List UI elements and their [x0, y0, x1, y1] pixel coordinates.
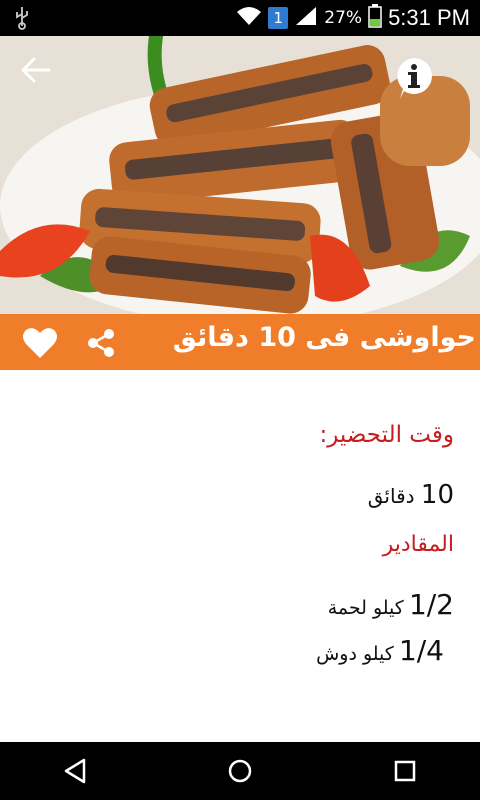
- title-number: 10: [258, 322, 296, 353]
- ingredient-qty: 1/4: [398, 634, 444, 667]
- nav-home-button[interactable]: [225, 756, 255, 786]
- title-suffix: دقائق: [172, 322, 249, 353]
- nav-recents-icon: [394, 760, 416, 782]
- info-icon: [397, 58, 432, 99]
- ingredient-item: 1/4 كيلو دوش: [316, 634, 444, 667]
- recipe-title: حواوشى فى 10 دقائق: [173, 322, 476, 353]
- share-button[interactable]: [86, 328, 116, 358]
- prep-time-value: 10 دقائق: [368, 480, 454, 510]
- nav-back-button[interactable]: [60, 756, 90, 786]
- ingredient-name: كيلو دوش: [316, 643, 394, 665]
- prep-time-number: 10: [420, 480, 454, 510]
- info-button[interactable]: [394, 56, 434, 100]
- ingredient-qty: 1/2: [408, 588, 454, 621]
- title-prefix: حواوشى فى: [305, 322, 476, 353]
- arrow-left-icon: [21, 57, 51, 83]
- prep-time-label: وقت التحضير:: [319, 422, 454, 448]
- usb-icon: [14, 6, 30, 35]
- nav-home-icon: [228, 759, 252, 783]
- favorite-button[interactable]: [22, 326, 58, 360]
- notification-badge: 1: [268, 7, 289, 29]
- nav-recents-button[interactable]: [390, 756, 420, 786]
- prep-time-unit: دقائق: [367, 484, 415, 508]
- heart-icon: [23, 328, 57, 358]
- navigation-bar: [0, 742, 480, 800]
- battery-percent: 27%: [324, 8, 363, 28]
- share-icon: [88, 329, 114, 357]
- title-bar: حواوشى فى 10 دقائق: [0, 314, 480, 370]
- clock: 5:31 PM: [388, 5, 470, 30]
- ingredients-label: المقادير: [382, 532, 454, 557]
- ingredient-name: كيلو لحمة: [327, 597, 404, 619]
- battery-icon: [368, 4, 382, 32]
- ingredient-item: 1/2 كيلو لحمة: [328, 588, 454, 621]
- signal-icon: [294, 5, 318, 31]
- status-bar: 1 27% 5:31 PM: [0, 0, 480, 36]
- recipe-content: وقت التحضير: 10 دقائق المقادير 1/2 كيلو …: [0, 370, 480, 742]
- back-button[interactable]: [18, 52, 54, 88]
- wifi-icon: [236, 5, 262, 31]
- nav-back-icon: [64, 758, 86, 784]
